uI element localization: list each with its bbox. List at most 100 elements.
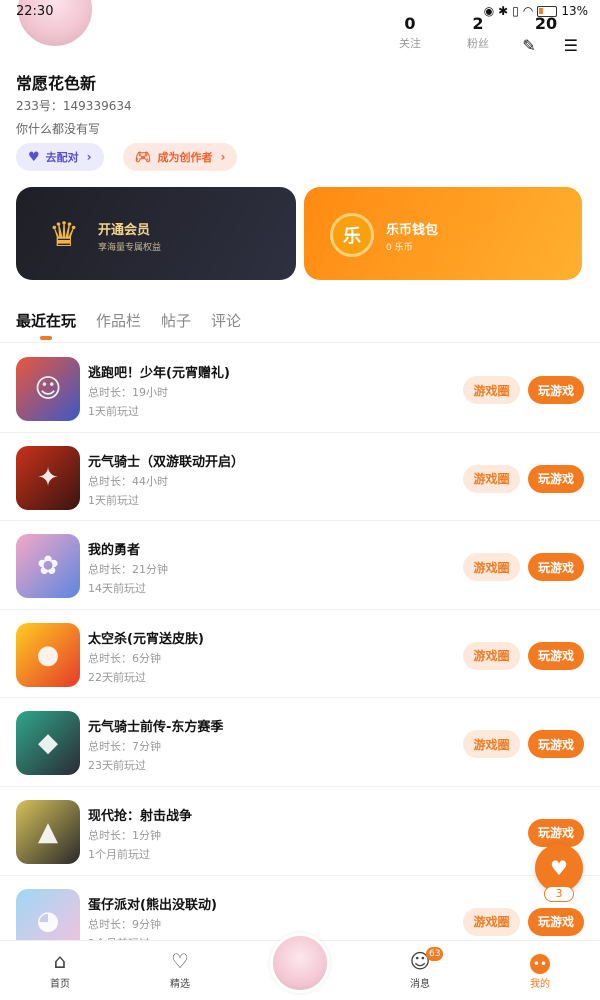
game-circle-button[interactable]: 游戏圈 bbox=[463, 376, 520, 404]
username: 常愿花色新 bbox=[16, 74, 97, 93]
status-icons: ◉ ✱ ▯ ◠ 13% bbox=[484, 4, 588, 18]
tab-comments[interactable]: 评论 bbox=[211, 310, 241, 331]
game-last-played: 23天前玩过 bbox=[88, 759, 146, 773]
nav-label: 首页 bbox=[50, 979, 70, 990]
play-game-button[interactable]: 玩游戏 bbox=[528, 730, 584, 759]
game-icon-art: ◆ bbox=[16, 711, 80, 776]
chevron-right-icon: › bbox=[220, 150, 226, 164]
game-title: 蛋仔派对(熊出没联动) bbox=[88, 897, 217, 913]
user-id: 233号：149339634 bbox=[16, 99, 132, 113]
heart-icon: ♥ bbox=[550, 856, 568, 880]
vip-card[interactable]: ♛ 开通会员 享海量专属权益 bbox=[16, 187, 296, 280]
match-label: 去配对 bbox=[45, 151, 79, 164]
game-title: 元气骑士（双游联动开启） bbox=[88, 454, 245, 470]
heart-outline-icon: ♡ bbox=[171, 949, 189, 973]
coin-icon: 乐 bbox=[330, 213, 374, 257]
list-item[interactable]: ✦ 元气骑士（双游联动开启） 总时长：44小时 1天前玩过 游戏圈 玩游戏 bbox=[0, 433, 600, 522]
list-item[interactable]: ◆ 元气骑士前传-东方赛季 总时长：7分钟 23天前玩过 游戏圈 玩游戏 bbox=[0, 698, 600, 787]
header-actions: ✎ ☰ bbox=[522, 36, 578, 55]
chevron-right-icon: › bbox=[86, 150, 92, 164]
game-title: 现代抢：射击战争 bbox=[88, 808, 193, 824]
play-game-button[interactable]: 玩游戏 bbox=[528, 553, 584, 582]
tab-indicator bbox=[40, 336, 52, 340]
nav-featured[interactable]: ♡ 精选 bbox=[150, 949, 210, 990]
nav-center-avatar[interactable] bbox=[270, 933, 330, 993]
game-duration: 总时长：21分钟 bbox=[88, 563, 168, 577]
tab-works[interactable]: 作品栏 bbox=[96, 310, 141, 331]
game-icon[interactable]: ◆ bbox=[16, 711, 80, 776]
game-icon-art: ● bbox=[16, 622, 80, 687]
game-circle-button[interactable]: 游戏圈 bbox=[463, 641, 520, 670]
game-icon[interactable]: ● bbox=[16, 622, 80, 687]
tab-posts[interactable]: 帖子 bbox=[161, 310, 191, 331]
game-icon-art: ✿ bbox=[16, 534, 80, 599]
game-last-played: 14天前玩过 bbox=[88, 582, 146, 596]
nav-label: 精选 bbox=[170, 979, 190, 990]
list-item[interactable]: ▲ 现代抢：射击战争 总时长：1分钟 1个月前玩过 玩游戏 bbox=[0, 787, 600, 876]
game-circle-button[interactable]: 游戏圈 bbox=[463, 553, 520, 582]
menu-icon[interactable]: ☰ bbox=[564, 36, 578, 55]
battery-icon bbox=[537, 5, 558, 17]
game-duration: 总时长：6分钟 bbox=[88, 651, 161, 665]
game-icon[interactable]: ✿ bbox=[16, 534, 80, 599]
edit-icon[interactable]: ✎ bbox=[522, 36, 535, 55]
nav-messages[interactable]: ☺ 63 消息 bbox=[390, 947, 450, 990]
heart-icon: ♥ bbox=[28, 149, 40, 165]
vip-subtitle: 享海量专属权益 bbox=[98, 243, 162, 253]
crown-icon: ♛ bbox=[48, 215, 80, 255]
list-item[interactable]: ● 太空杀(元宵送皮肤) 总时长：6分钟 22天前玩过 游戏圈 玩游戏 bbox=[0, 610, 600, 699]
divider bbox=[0, 342, 600, 343]
messages-badge: 63 bbox=[426, 947, 444, 961]
list-item[interactable]: ☺ 逃跑吧！少年(元宵赠礼) 总时长：19小时 1天前玩过 游戏圈 玩游戏 bbox=[0, 344, 600, 433]
play-game-button[interactable]: 玩游戏 bbox=[528, 376, 584, 404]
nav-home[interactable]: ⌂ 首页 bbox=[30, 949, 90, 990]
gamepad-icon: ⌂ bbox=[53, 949, 67, 973]
heart-fab-button[interactable]: ♥ bbox=[535, 844, 583, 892]
nav-mine[interactable]: •• 我的 bbox=[510, 949, 570, 990]
battery-level: 13% bbox=[561, 4, 588, 18]
play-game-button[interactable]: 玩游戏 bbox=[528, 641, 584, 670]
wallet-subtitle: 0 乐币 bbox=[386, 243, 413, 253]
game-circle-button[interactable]: 游戏圈 bbox=[463, 907, 520, 936]
wallet-card[interactable]: 乐 乐币钱包 0 乐币 bbox=[304, 187, 582, 280]
wifi-icon: ◠ bbox=[522, 4, 534, 18]
play-game-button[interactable]: 玩游戏 bbox=[528, 464, 584, 493]
game-circle-button[interactable]: 游戏圈 bbox=[463, 730, 520, 759]
game-duration: 总时长：1分钟 bbox=[88, 828, 161, 842]
profile-tabs: 最近在玩 作品栏 帖子 评论 bbox=[16, 310, 241, 331]
stat-label: 关注 bbox=[399, 37, 421, 50]
wallet-title: 乐币钱包 bbox=[386, 223, 439, 238]
vip-title: 开通会员 bbox=[98, 223, 151, 238]
recent-games-list: ☺ 逃跑吧！少年(元宵赠礼) 总时长：19小时 1天前玩过 游戏圈 玩游戏 ✦ … bbox=[0, 344, 600, 965]
game-title: 元气骑士前传-东方赛季 bbox=[88, 720, 224, 736]
become-creator-button[interactable]: 🎮︎ 成为创作者 › bbox=[123, 143, 238, 171]
game-title: 我的勇者 bbox=[88, 543, 141, 559]
creator-label: 成为创作者 bbox=[157, 151, 213, 164]
game-last-played: 1个月前玩过 bbox=[88, 847, 150, 861]
game-duration: 总时长：9分钟 bbox=[88, 917, 161, 931]
bottom-nav: ⌂ 首页 ♡ 精选 ☺ 63 消息 •• 我的 bbox=[0, 933, 600, 1000]
game-duration: 总时长：19小时 bbox=[88, 386, 168, 399]
status-bar: 22:30 ◉ ✱ ▯ ◠ 13% bbox=[0, 0, 600, 26]
game-icon[interactable]: ✦ bbox=[16, 445, 80, 510]
game-icon[interactable]: ▲ bbox=[16, 799, 80, 864]
fab-count-badge: 3 bbox=[544, 886, 574, 902]
stat-label: 粉丝 bbox=[467, 37, 489, 50]
nav-label: 消息 bbox=[410, 979, 430, 990]
nav-label: 我的 bbox=[530, 979, 550, 990]
game-icon-art: ☺ bbox=[16, 357, 80, 421]
game-icon-art: ✦ bbox=[16, 445, 80, 510]
gamepad-icon: 🎮︎ bbox=[135, 149, 152, 165]
eye-icon: ◉ bbox=[483, 4, 495, 18]
game-icon[interactable]: ☺ bbox=[16, 357, 80, 421]
game-title: 逃跑吧！少年(元宵赠礼) bbox=[88, 366, 230, 381]
game-duration: 总时长：44小时 bbox=[88, 474, 168, 488]
play-game-button[interactable]: 玩游戏 bbox=[528, 907, 584, 936]
play-game-button[interactable]: 玩游戏 bbox=[528, 818, 584, 847]
tab-recent[interactable]: 最近在玩 bbox=[16, 310, 76, 331]
game-circle-button[interactable]: 游戏圈 bbox=[463, 464, 520, 493]
status-time: 22:30 bbox=[16, 4, 54, 19]
list-item[interactable]: ✿ 我的勇者 总时长：21分钟 14天前玩过 游戏圈 玩游戏 bbox=[0, 521, 600, 610]
game-title: 太空杀(元宵送皮肤) bbox=[88, 631, 204, 647]
match-button[interactable]: ♥ 去配对 › bbox=[16, 143, 104, 171]
